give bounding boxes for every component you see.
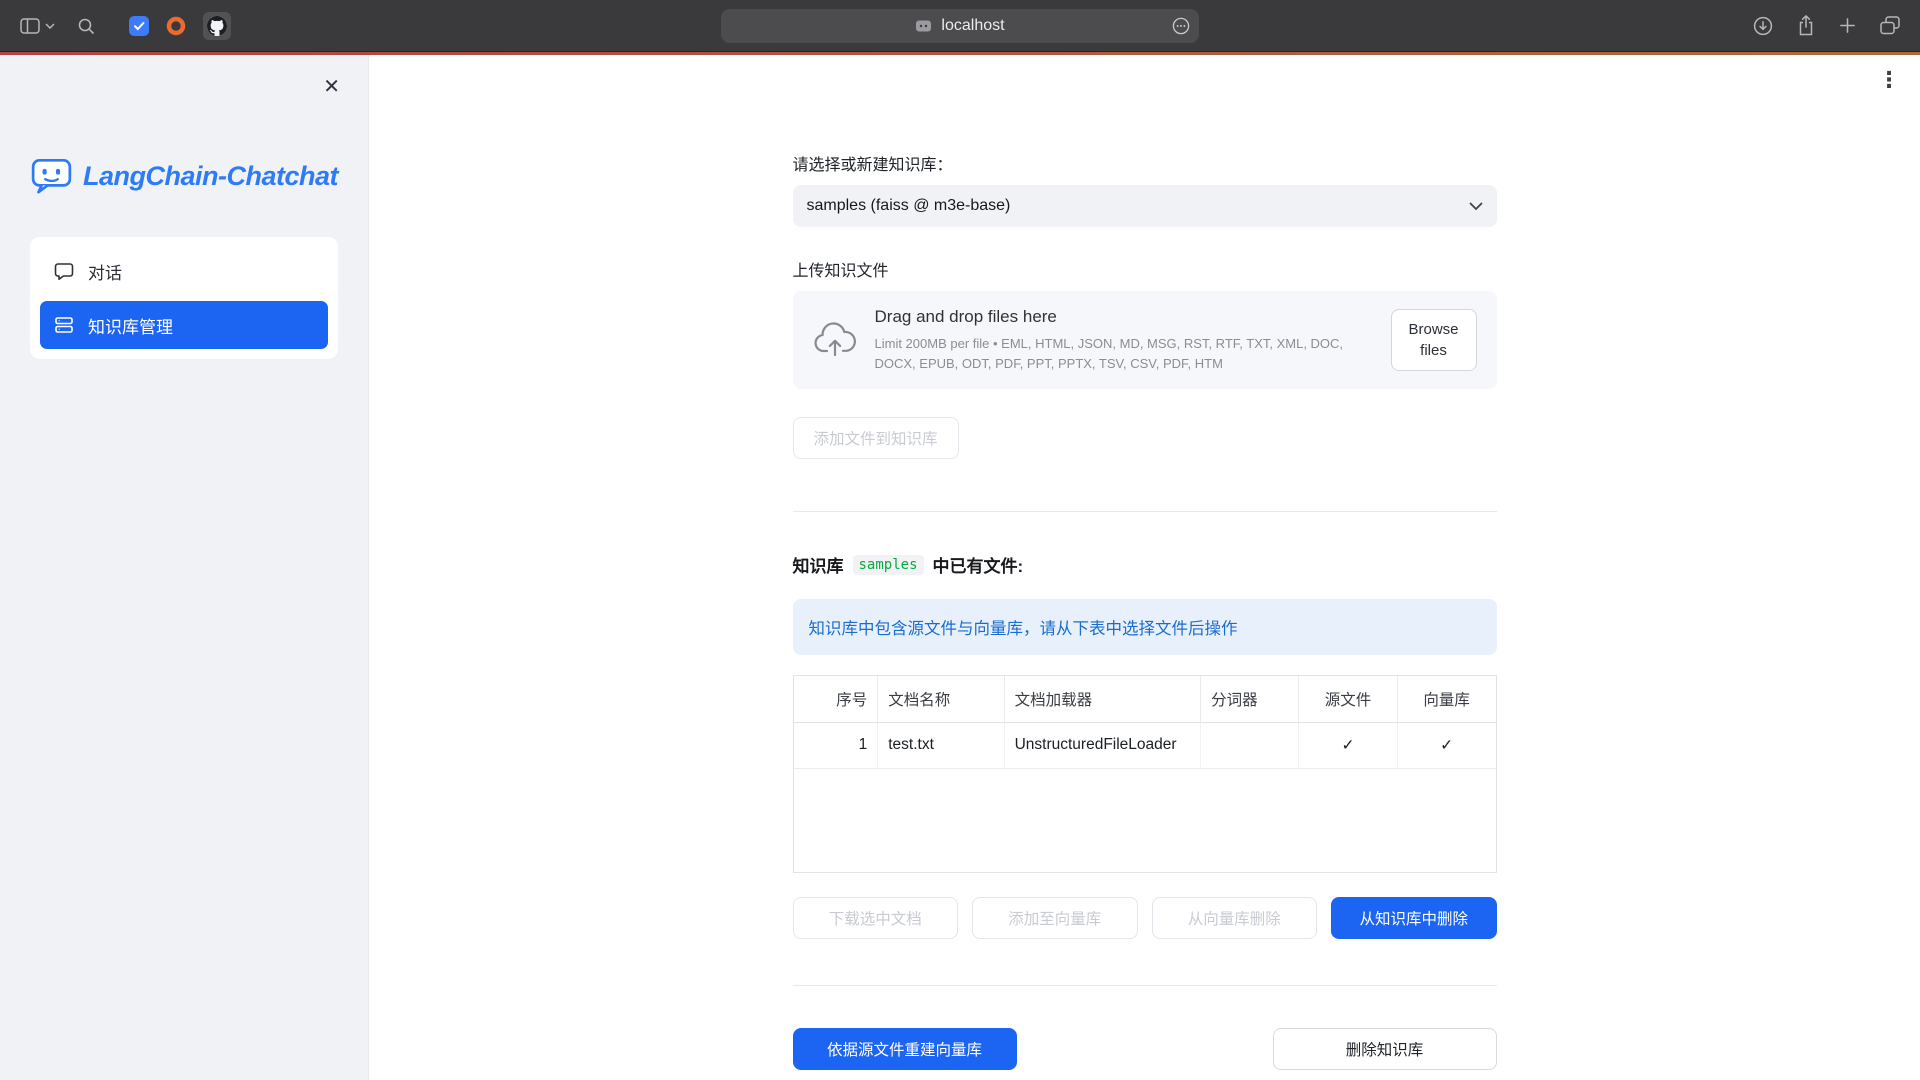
sidebar-toggle-button[interactable] bbox=[20, 18, 55, 34]
divider bbox=[793, 511, 1497, 512]
share-icon bbox=[1797, 15, 1815, 36]
divider bbox=[793, 985, 1497, 986]
cell-vector-check: ✓ bbox=[1397, 722, 1495, 768]
browse-files-button[interactable]: Browse files bbox=[1391, 309, 1477, 371]
file-actions-row: 下载选中文档 添加至向量库 从向量库删除 从知识库中删除 bbox=[793, 897, 1497, 939]
sidebar: ✕ LangChain-Chatchat 对话 bbox=[0, 55, 369, 1080]
chevron-down-icon bbox=[45, 23, 55, 29]
app-logo-text: LangChain-Chatchat bbox=[83, 161, 338, 192]
cell-source-check: ✓ bbox=[1299, 722, 1397, 768]
rebuild-vector-store-button[interactable]: 依据源文件重建向量库 bbox=[793, 1028, 1017, 1070]
kb-files-table: 序号 文档名称 文档加载器 分词器 源文件 向量库 1 test.txt Uns bbox=[793, 675, 1497, 873]
app-logo: LangChain-Chatchat bbox=[30, 155, 338, 197]
sidebar-item-label: 对话 bbox=[88, 259, 122, 284]
info-banner: 知识库中包含源文件与向量库，请从下表中选择文件后操作 bbox=[793, 599, 1497, 655]
delete-kb-button[interactable]: 删除知识库 bbox=[1273, 1028, 1497, 1070]
cell-splitter bbox=[1201, 722, 1299, 768]
address-bar[interactable]: localhost bbox=[721, 9, 1199, 43]
heading-suffix: 中已有文件: bbox=[933, 552, 1024, 577]
search-button[interactable] bbox=[77, 17, 95, 35]
new-tab-button[interactable] bbox=[1839, 17, 1856, 34]
site-favicon bbox=[915, 18, 932, 35]
kb-files-heading: 知识库 samples 中已有文件: bbox=[793, 552, 1497, 577]
col-header-loader: 文档加载器 bbox=[1004, 676, 1201, 722]
col-header-vector: 向量库 bbox=[1397, 676, 1495, 722]
kb-select[interactable]: samples (faiss @ m3e-base) bbox=[793, 185, 1497, 227]
chevron-down-icon bbox=[1469, 202, 1483, 211]
sidebar-menu: 对话 知识库管理 bbox=[30, 237, 338, 359]
chatchat-logo-icon bbox=[30, 155, 73, 197]
cloud-upload-icon bbox=[813, 322, 857, 358]
address-text: localhost bbox=[941, 17, 1004, 35]
tab-overview-button[interactable] bbox=[1880, 16, 1900, 35]
github-icon bbox=[207, 16, 227, 36]
app-menu-button[interactable]: ⋮ bbox=[1878, 69, 1900, 91]
app-window: ✕ LangChain-Chatchat 对话 bbox=[0, 55, 1920, 1080]
cell-index: 1 bbox=[794, 722, 878, 768]
downloads-button[interactable] bbox=[1753, 16, 1773, 36]
kb-name-code: samples bbox=[853, 555, 924, 575]
dropzone-limit: Limit 200MB per file • EML, HTML, JSON, … bbox=[875, 334, 1365, 373]
chat-bubble-icon bbox=[54, 261, 74, 281]
download-icon bbox=[1753, 16, 1773, 36]
kb-actions-row: 依据源文件重建向量库 删除知识库 bbox=[793, 1028, 1497, 1070]
file-dropzone[interactable]: Drag and drop files here Limit 200MB per… bbox=[793, 291, 1497, 389]
knowledge-base-icon bbox=[54, 315, 74, 335]
kb-select-label: 请选择或新建知识库： bbox=[793, 151, 1497, 175]
extension-button-orange[interactable] bbox=[166, 16, 186, 36]
circled-ellipsis-icon bbox=[1172, 17, 1190, 35]
table-header-row: 序号 文档名称 文档加载器 分词器 源文件 向量库 bbox=[794, 676, 1496, 722]
cell-filename: test.txt bbox=[878, 722, 1004, 768]
sidebar-close-button[interactable]: ✕ bbox=[319, 73, 344, 101]
col-header-source: 源文件 bbox=[1299, 676, 1397, 722]
browser-toolbar: localhost bbox=[0, 0, 1920, 52]
extension-icon-blue bbox=[129, 16, 149, 36]
sidebar-panel-icon bbox=[20, 18, 40, 34]
cell-loader: UnstructuredFileLoader bbox=[1004, 722, 1201, 768]
dropzone-title: Drag and drop files here bbox=[875, 307, 1365, 327]
kb-select-value: samples (faiss @ m3e-base) bbox=[807, 197, 1011, 215]
upload-label: 上传知识文件 bbox=[793, 257, 1497, 281]
page-settings-button[interactable] bbox=[1172, 17, 1190, 35]
dropzone-text: Drag and drop files here Limit 200MB per… bbox=[875, 307, 1373, 373]
table-row[interactable]: 1 test.txt UnstructuredFileLoader ✓ ✓ bbox=[794, 722, 1496, 768]
sidebar-item-kb-management[interactable]: 知识库管理 bbox=[40, 301, 328, 349]
heading-prefix: 知识库 bbox=[793, 552, 844, 577]
extension-button-blue[interactable] bbox=[129, 16, 149, 36]
main-panel: ⋮ 请选择或新建知识库： samples (faiss @ m3e-base) … bbox=[369, 55, 1920, 1080]
col-header-filename: 文档名称 bbox=[878, 676, 1004, 722]
extension-button-github[interactable] bbox=[203, 12, 231, 40]
remove-from-vector-store-button[interactable]: 从向量库删除 bbox=[1152, 897, 1318, 939]
col-header-splitter: 分词器 bbox=[1201, 676, 1299, 722]
add-files-to-kb-button[interactable]: 添加文件到知识库 bbox=[793, 417, 959, 459]
download-selected-button[interactable]: 下载选中文档 bbox=[793, 897, 959, 939]
extension-icon-orange bbox=[166, 16, 186, 36]
sidebar-item-label: 知识库管理 bbox=[88, 313, 173, 338]
tabs-icon bbox=[1880, 16, 1900, 35]
close-icon: ✕ bbox=[323, 76, 340, 98]
search-icon bbox=[77, 17, 95, 35]
kebab-icon: ⋮ bbox=[1878, 67, 1900, 92]
content-column: 请选择或新建知识库： samples (faiss @ m3e-base) 上传… bbox=[793, 55, 1497, 1070]
sidebar-item-chat[interactable]: 对话 bbox=[40, 247, 328, 295]
col-header-index: 序号 bbox=[794, 676, 878, 722]
share-button[interactable] bbox=[1797, 15, 1815, 36]
add-to-vector-store-button[interactable]: 添加至向量库 bbox=[972, 897, 1138, 939]
plus-icon bbox=[1839, 17, 1856, 34]
delete-from-kb-button[interactable]: 从知识库中删除 bbox=[1331, 897, 1497, 939]
